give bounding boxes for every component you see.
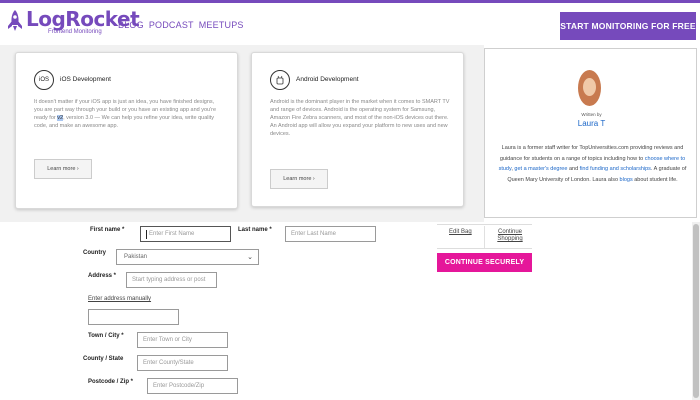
author-bio-link[interactable]: get a master's degree	[514, 166, 567, 172]
author-panel: Written by Laura T Laura is a former sta…	[484, 48, 697, 218]
android-card: Android Development Android is the domin…	[251, 52, 464, 207]
author-bio-text: and	[567, 166, 580, 172]
country-select[interactable]: Pakistan ⌄	[116, 249, 259, 265]
author-bio-link[interactable]: find funding and scholarships	[580, 166, 651, 172]
nav-meetups[interactable]: MEETUPS	[199, 20, 244, 30]
continue-securely-button[interactable]: CONTINUE SECURELY	[437, 253, 532, 272]
edit-bag-link[interactable]: Edit Bag	[449, 229, 472, 235]
author-avatar	[578, 70, 601, 106]
nav-blog[interactable]: BLOG	[118, 20, 144, 30]
last-name-field[interactable]: Enter Last Name	[285, 226, 376, 242]
county-field[interactable]: Enter County/State	[137, 355, 228, 371]
enter-address-manually-link[interactable]: Enter address manually	[88, 296, 151, 302]
page: LogRocket Frontend Monitoring BLOG PODCA…	[0, 0, 700, 400]
rocket-icon	[8, 10, 22, 31]
address-manual-field[interactable]	[88, 309, 179, 325]
last-name-label: Last name *	[238, 227, 272, 233]
nav-podcast[interactable]: PODCAST	[149, 20, 194, 30]
logo-tagline: Frontend Monitoring	[48, 29, 102, 35]
town-label: Town / City *	[88, 333, 124, 339]
ios-card-text: It doesn't matter if your iOS app is jus…	[34, 99, 217, 129]
android-card-title: Android Development	[296, 76, 359, 83]
scrollbar[interactable]	[692, 222, 700, 400]
written-by-label: Written by	[581, 112, 602, 117]
address-lookup-field[interactable]: Start typing address or post	[126, 272, 217, 288]
first-name-label: First name *	[90, 227, 125, 233]
apple-icon: iOS	[34, 70, 54, 90]
start-monitoring-button[interactable]: START MONITORING FOR FREE	[560, 12, 696, 40]
chevron-down-icon: ⌄	[247, 254, 253, 261]
author-name[interactable]: Laura T	[485, 119, 698, 128]
main-nav: BLOG PODCAST MEETUPS	[118, 20, 244, 30]
postcode-label: Postcode / Zip *	[88, 379, 134, 385]
county-label: County / State	[83, 356, 124, 362]
author-bio-link[interactable]: blogs	[620, 177, 633, 183]
author-bio-text: about student life.	[632, 176, 678, 183]
address-label: Address *	[88, 273, 117, 279]
divider	[437, 248, 532, 249]
site-header: LogRocket Frontend Monitoring BLOG PODCA…	[0, 3, 700, 45]
ios-card: iOS iOS Development It doesn't matter if…	[15, 52, 238, 209]
text-caret	[146, 229, 147, 239]
scrollbar-thumb[interactable]	[693, 224, 699, 398]
continue-shopping-link[interactable]: Continue Shopping	[494, 229, 526, 243]
country-label: Country	[83, 250, 106, 256]
android-card-text: Android is the dominant player in the ma…	[270, 99, 450, 137]
author-bio: Laura is a former staff writer for TopUn…	[497, 143, 688, 185]
first-name-field[interactable]: Enter First Name	[140, 226, 231, 242]
ios-card-title: iOS Development	[60, 76, 111, 83]
postcode-field[interactable]: Enter Postcode/Zip	[147, 378, 238, 394]
android-icon	[270, 70, 290, 90]
android-learn-more-button[interactable]: Learn more ›	[270, 169, 328, 189]
ios-learn-more-button[interactable]: Learn more ›	[34, 159, 92, 179]
town-field[interactable]: Enter Town or City	[137, 332, 228, 348]
divider	[484, 226, 485, 248]
divider	[437, 224, 532, 225]
